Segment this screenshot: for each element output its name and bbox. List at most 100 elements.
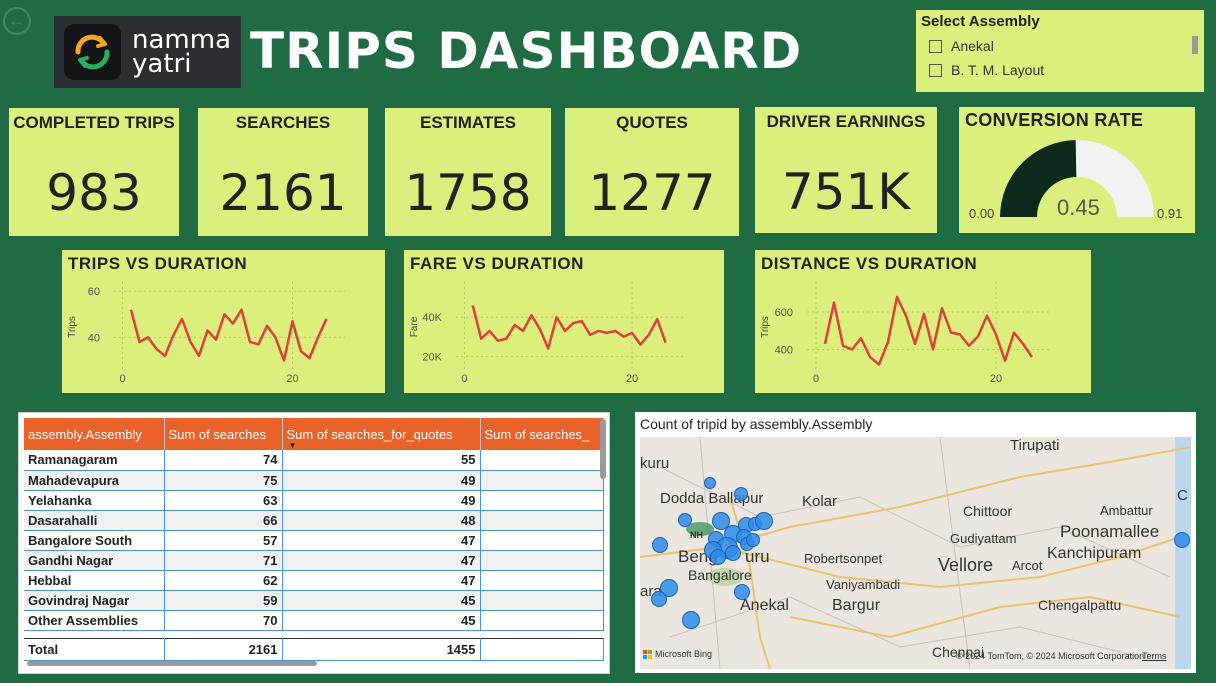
table-row[interactable]: Gandhi Nagar 71 47 (24, 550, 604, 571)
table-row[interactable]: Yelahanka 63 49 (24, 490, 604, 511)
cell-assembly: Dasarahalli (24, 510, 165, 531)
map-attribution: © 2024 TomTom, © 2024 Microsoft Corporat… (956, 651, 1145, 661)
map-bubble[interactable] (652, 537, 668, 553)
checkbox[interactable] (929, 39, 942, 53)
kpi-quotes: QUOTES 1277 (565, 108, 739, 236)
kpi-searches: SEARCHES 2161 (198, 108, 368, 236)
map-bubble[interactable] (1174, 532, 1190, 548)
y-tick-label: 40K (422, 312, 442, 324)
map-bubble[interactable] (725, 545, 741, 561)
map-label: C (1177, 487, 1188, 504)
map-bubble[interactable] (710, 549, 726, 565)
table-row[interactable]: Bangalore South 57 47 (24, 530, 604, 551)
map-bubble[interactable] (704, 477, 716, 489)
cell-empty (480, 470, 604, 491)
kpi-driver-earnings: DRIVER EARNINGS 751K (755, 107, 937, 233)
map-label: Tirupati (1010, 437, 1060, 454)
x-tick-label: 0 (119, 373, 125, 385)
table-vertical-scrollbar[interactable] (600, 419, 606, 479)
cell-empty (480, 610, 604, 631)
checkbox[interactable] (929, 63, 942, 77)
kpi-value: 751K (781, 163, 911, 221)
x-tick-label: 0 (813, 373, 819, 385)
table-row[interactable]: Dasarahalli 66 48 (24, 510, 604, 531)
map-label: Vaniyambadi (826, 577, 901, 592)
cell-searches-for-quotes: 49 (282, 490, 481, 511)
x-tick-label: 20 (626, 373, 638, 385)
cell-assembly: Other Assemblies (24, 610, 165, 631)
namma-yatri-logo: namma yatri (54, 16, 241, 88)
column-header-searches[interactable]: Sum of searches (164, 418, 283, 450)
map-canvas[interactable]: Tirupati kuru Dodda Ballapur Kolar Chitt… (640, 437, 1191, 669)
cell-searches-for-quotes: 47 (282, 570, 481, 591)
table-row[interactable]: Mahadevapura 75 49 (24, 470, 604, 491)
map-label: Robertsonpet (804, 551, 883, 566)
map-title: Count of tripid by assembly.Assembly (640, 416, 873, 432)
y-tick-label: 600 (775, 307, 793, 319)
kpi-value: 2161 (219, 164, 347, 222)
map-terms-link[interactable]: Terms (1142, 651, 1167, 661)
y-axis-label: Trips (67, 316, 78, 338)
kpi-value: 1277 (588, 164, 716, 222)
cell-assembly: Hebbal (24, 570, 165, 591)
map-label: Chittoor (963, 503, 1013, 519)
map-bubble[interactable] (651, 591, 667, 607)
table-row[interactable]: Ramanagaram 74 55 (24, 450, 604, 471)
map-bubble[interactable] (734, 584, 750, 600)
map-bubble[interactable] (678, 513, 692, 527)
x-tick-label: 20 (990, 373, 1002, 385)
map-bubble[interactable] (734, 487, 748, 501)
back-button[interactable]: ← (3, 7, 31, 35)
column-header-searches-more[interactable]: Sum of searches_ (480, 418, 604, 450)
slicer-item-btm-layout[interactable]: B. T. M. Layout (929, 62, 1199, 78)
y-tick-label: 20K (422, 351, 442, 363)
cell-searches: 59 (164, 590, 283, 611)
slicer-item-label: Anekal (951, 38, 994, 54)
cell-empty (480, 590, 604, 611)
conversion-rate-gauge: CONVERSION RATE 0.00 0.45 0.91 (959, 107, 1195, 233)
y-axis-label: Fare (409, 316, 420, 337)
cell-searches: 57 (164, 530, 283, 551)
total-table: Total 2161 1455 (24, 638, 604, 661)
kpi-label: SEARCHES (235, 113, 331, 132)
fare-vs-duration-chart: FARE VS DURATION 40K 20K 0 20 Fare (404, 250, 724, 393)
kpi-label: COMPLETED TRIPS (13, 113, 175, 132)
map-bubble[interactable] (755, 512, 773, 530)
cell-empty (480, 530, 604, 551)
table-row[interactable]: Govindraj Nagar 59 45 (24, 590, 604, 611)
map-label: Gudiyattam (950, 531, 1017, 546)
table-row[interactable]: Hebbal 62 47 (24, 570, 604, 591)
cell-assembly: Mahadevapura (24, 470, 165, 491)
trips-map: Count of tripid by assembly.Assembly Tir… (635, 412, 1196, 673)
brand-line2: yatri (132, 49, 192, 79)
cell-searches: 70 (164, 610, 283, 631)
slicer-title: Select Assembly (921, 13, 1040, 30)
y-tick-label: 60 (88, 286, 100, 298)
map-label: NH (690, 530, 703, 540)
kpi-label: DRIVER EARNINGS (766, 112, 926, 131)
column-header-assembly[interactable]: assembly.Assembly (24, 418, 165, 450)
slicer-item-anekal[interactable]: Anekal (929, 38, 1199, 54)
map-label: Ambattur (1100, 503, 1153, 518)
cell-empty (480, 570, 604, 591)
cell-assembly: Ramanagaram (24, 450, 165, 471)
y-tick-label: 40 (88, 332, 100, 344)
bing-brand-text: Microsoft Bing (655, 649, 713, 659)
table-horizontal-scrollbar[interactable] (27, 661, 317, 666)
cell-searches-for-quotes: 55 (282, 450, 481, 471)
map-bubble[interactable] (682, 611, 700, 629)
y-tick-label: 400 (775, 345, 793, 357)
series-line (471, 305, 667, 350)
column-header-searches-for-quotes[interactable]: Sum of searches_for_quotes ▼ (282, 418, 481, 450)
total-cell (480, 638, 604, 661)
map-label: Kolar (802, 493, 838, 510)
total-searches-for-quotes: 1455 (282, 638, 481, 661)
map-bubble[interactable] (746, 533, 760, 547)
series-line (129, 308, 328, 362)
page-title: TRIPS DASHBOARD (250, 22, 803, 80)
distance-vs-duration-chart: DISTANCE VS DURATION 600 400 0 20 Trips (755, 250, 1091, 393)
table-row[interactable]: Other Assemblies 70 45 (24, 610, 604, 631)
total-searches: 2161 (164, 638, 283, 661)
slicer-scrollbar[interactable] (1192, 36, 1198, 54)
back-arrow-icon: ← (8, 10, 26, 30)
